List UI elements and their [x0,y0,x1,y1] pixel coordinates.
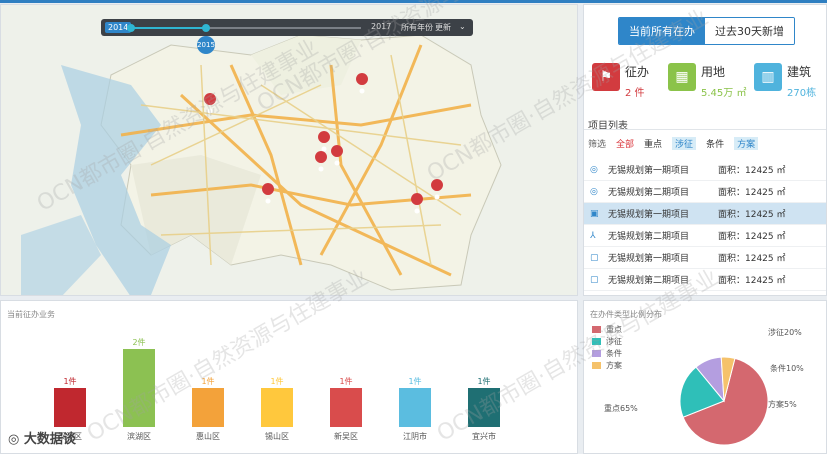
project-area: 面积：12425 ㎡ [718,254,786,264]
filter-condition[interactable]: 条件 [706,137,724,150]
stat-label: 征办 [625,65,650,79]
list-item[interactable]: ▣ 无锡规划第一期项目 面积：12425 ㎡ [584,203,826,225]
bar-value-label: 1件 [339,376,352,386]
project-area: 面积：12425 ㎡ [718,276,786,286]
project-panel: 当前所有在办 过去30天新增 ⚑ 征办 2 件 ▦ 用地 5.45万 ㎡ ▥ 建… [583,4,827,296]
brand-logo: ◎ 大数据谈 [8,428,76,447]
stat-zhengban[interactable]: ⚑ 征办 2 件 [592,63,649,99]
bar-value-label: 1件 [270,376,283,386]
update-button[interactable]: 更新 [435,22,451,33]
flag-icon: ⚑ [592,63,620,91]
list-item[interactable]: ⅄ 无锡规划第二期项目 面积：12425 ㎡ [584,225,826,247]
bar-value-label: 1件 [201,376,214,386]
project-area: 面积：12425 ㎡ [718,188,786,198]
bar[interactable] [123,349,155,427]
bar-value-label: 1件 [63,376,76,386]
timeline-track[interactable] [127,24,361,32]
filter-bar: 筛选 全部 重点 涉征 条件 方案 [588,137,759,150]
stat-value: 270栋 [787,88,817,99]
list-item[interactable]: ▢ 无锡规划第二期项目 面积：12425 ㎡ [584,269,826,291]
bar[interactable] [330,388,362,427]
timeline-year-bubble: 2015 [197,36,215,54]
project-name: 无锡规划第一期项目 [608,210,690,220]
list-item[interactable]: ▢ 无锡规划第一期项目 面积：12425 ㎡ [584,247,826,269]
pie-chart: 重点65% 涉征20% 条件10% 方案5% [604,327,804,446]
bar[interactable] [399,388,431,427]
project-list: ◎ 无锡规划第一期项目 面积：12425 ㎡ ◎ 无锡规划第二期项目 面积：12… [584,159,826,291]
top-accent-bar [0,0,827,3]
x-tick-label: 锡山区 [265,431,289,441]
x-tick-label: 宜兴市 [472,431,496,441]
tab-current-active[interactable]: 当前所有在办 [619,18,705,44]
bar[interactable] [468,388,500,427]
bar-chart-panel: 当前征办业务 1件 梁溪区 2件 滨湖区 1件 惠山区 1件 锡山区 1件 新吴区 1件 江阴市 1件宜… [0,300,578,454]
bar-chart: 1件梁溪区2件滨湖区1件惠山区1件锡山区1件新吴区1件江阴市1件宜兴市 [54,337,500,441]
all-years-button[interactable]: 所有年份 [401,22,433,33]
bar[interactable] [192,388,224,427]
pie-slice-label: 方案5% [768,399,797,409]
stat-label: 用地 [701,65,726,79]
target-icon: ◎ [590,186,598,197]
filter-all[interactable]: 全部 [616,137,634,150]
list-item[interactable]: ◎ 无锡规划第二期项目 面积：12425 ㎡ [584,181,826,203]
x-tick-label: 江阴市 [403,431,427,441]
x-tick-label: 滨湖区 [127,431,151,441]
timeline-start-handle[interactable] [127,24,135,32]
map-panel[interactable]: 2014 2017 所有年份 更新 ⌄ 2015 [0,4,578,296]
bar-value-label: 2件 [132,337,145,347]
bar[interactable] [261,388,293,427]
project-name: 无锡规划第二期项目 [608,276,690,286]
project-area: 面积：12425 ㎡ [718,232,786,242]
stamp-icon: ▣ [590,208,599,219]
building-icon: ▥ [754,63,782,91]
project-area: 面积：12425 ㎡ [718,166,786,176]
pie-slice-label: 条件10% [770,363,804,373]
tab-last-30-days[interactable]: 过去30天新增 [705,18,794,44]
project-name: 无锡规划第一期项目 [608,254,690,264]
doc-icon: ▢ [590,274,599,285]
logo-icon: ◎ [8,432,24,447]
project-name: 无锡规划第二期项目 [608,232,690,242]
pie-slice-label: 涉征20% [768,327,802,337]
timeline-end-year: 2017 [371,22,392,31]
project-name: 无锡规划第二期项目 [608,188,690,198]
divider [584,129,826,130]
filter-zheng[interactable]: 涉征 [672,137,697,150]
filter-plan[interactable]: 方案 [734,137,759,150]
target-icon: ◎ [590,164,598,175]
x-tick-label: 惠山区 [196,431,220,441]
view-tabs: 当前所有在办 过去30天新增 [618,17,795,45]
grid-icon: ▦ [668,63,696,91]
filter-label: 筛选 [588,140,607,150]
timeline-current-handle[interactable] [202,24,210,32]
chevron-down-icon[interactable]: ⌄ [459,22,466,31]
map-canvas[interactable] [1,5,578,296]
stat-value: 5.45万 ㎡ [701,88,747,99]
filter-key[interactable]: 重点 [644,137,662,150]
logo-text: 大数据谈 [23,432,76,447]
list-item[interactable]: ◎ 无锡规划第一期项目 面积：12425 ㎡ [584,159,826,181]
bar[interactable] [54,388,86,427]
project-area: 面积：12425 ㎡ [718,210,786,220]
tree-icon: ⅄ [590,230,596,241]
pie-slice-label: 重点65% [604,403,638,413]
timeline-progress [131,27,206,29]
doc-icon: ▢ [590,252,599,263]
stat-buildings[interactable]: ▥ 建筑 270栋 [754,63,816,99]
project-name: 无锡规划第一期项目 [608,166,690,176]
bar-value-label: 1件 [408,376,421,386]
stat-land[interactable]: ▦ 用地 5.45万 ㎡ [668,63,746,99]
year-timeline[interactable]: 2014 2017 所有年份 更新 ⌄ [101,19,473,36]
x-tick-label: 新吴区 [334,431,358,441]
bar-value-label: 1件 [477,376,490,386]
stat-label: 建筑 [787,65,812,79]
stat-value: 2 件 [625,88,645,99]
pie-chart-panel: 在办件类型比例分布 重点 涉征 条件 方案 重点65% 涉征20% 条件10% 方案5… [583,300,827,454]
